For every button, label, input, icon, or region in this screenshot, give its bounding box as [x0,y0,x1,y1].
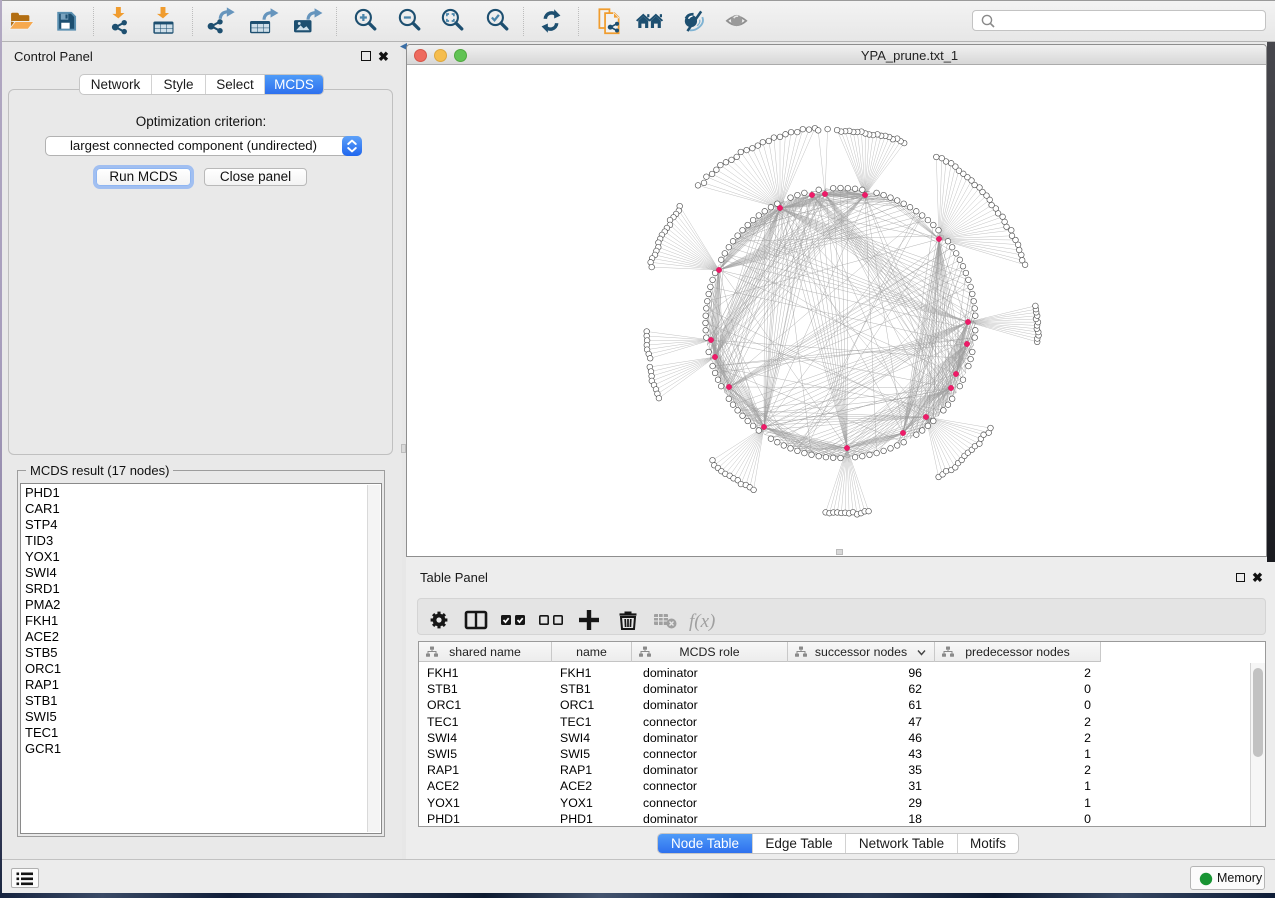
svg-text:f(x): f(x) [689,611,715,632]
